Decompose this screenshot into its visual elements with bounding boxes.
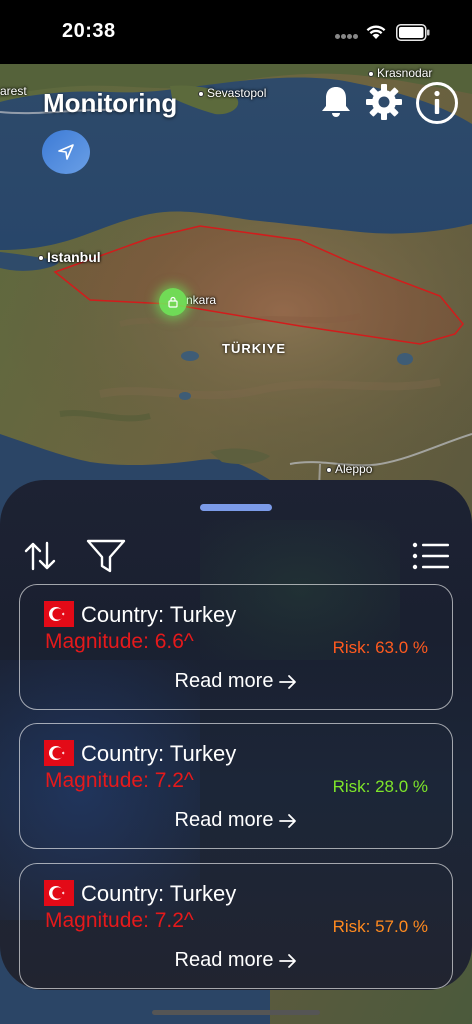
city-label: arest [0, 84, 27, 98]
country-label: TÜRKIYE [222, 341, 287, 356]
battery-icon [396, 24, 430, 41]
filter-button[interactable] [86, 536, 126, 576]
turkey-flag-icon [44, 880, 74, 906]
read-more-link[interactable]: Read more [20, 949, 452, 972]
locate-button[interactable] [42, 130, 90, 174]
lock-icon [168, 296, 178, 308]
settings-button[interactable] [362, 80, 406, 124]
location-marker[interactable] [159, 288, 187, 316]
arrow-right-icon [279, 953, 297, 968]
city-label: Istanbul [38, 249, 101, 265]
card-risk: Risk: 57.0 % [332, 917, 428, 936]
city-label: nkara [186, 293, 217, 307]
wifi-icon [366, 25, 386, 39]
arrow-right-icon [279, 674, 297, 689]
card-magnitude: Magnitude: 6.6^ [45, 630, 194, 653]
card-country: Country: Turkey [81, 881, 237, 906]
card-magnitude: Magnitude: 7.2^ [45, 909, 194, 932]
city-label: Aleppo [326, 462, 372, 476]
read-more-link[interactable]: Read more [20, 670, 452, 693]
filter-icon [86, 539, 126, 573]
page-title: Monitoring [43, 88, 178, 118]
card-country: Country: Turkey [81, 602, 237, 627]
info-button[interactable] [414, 80, 460, 126]
notifications-button[interactable] [314, 80, 358, 124]
sort-icon [24, 541, 56, 571]
turkey-flag-icon [44, 601, 74, 627]
home-indicator[interactable] [152, 1010, 320, 1015]
bell-icon [322, 87, 350, 117]
info-icon [416, 82, 458, 124]
bottom-sheet[interactable]: Country: Turkey Magnitude: 6.6^ Risk: 63… [0, 480, 472, 990]
earthquake-card[interactable]: Country: Turkey Magnitude: 7.2^ Risk: 57… [19, 863, 453, 989]
sheet-grabber[interactable] [200, 504, 272, 511]
card-risk: Risk: 28.0 % [332, 777, 428, 796]
city-label: Sevastopol [198, 86, 266, 100]
list-icon [412, 542, 449, 570]
list-button[interactable] [411, 536, 451, 576]
cellular-signal-icon [335, 34, 359, 40]
arrow-right-icon [279, 813, 297, 828]
gear-icon [366, 84, 402, 120]
earthquake-card[interactable]: Country: Turkey Magnitude: 6.6^ Risk: 63… [19, 584, 453, 710]
earthquake-card[interactable]: Country: Turkey Magnitude: 7.2^ Risk: 28… [19, 723, 453, 849]
turkey-flag-icon [44, 740, 74, 766]
status-bar: 20:38 [0, 0, 472, 64]
sort-button[interactable] [20, 536, 60, 576]
card-magnitude: Magnitude: 7.2^ [45, 769, 194, 792]
card-risk: Risk: 63.0 % [332, 638, 428, 657]
card-country: Country: Turkey [81, 741, 237, 766]
status-time: 20:38 [62, 20, 116, 42]
city-label: Krasnodar [368, 66, 432, 80]
location-arrow-icon [58, 144, 74, 160]
read-more-link[interactable]: Read more [20, 809, 452, 832]
